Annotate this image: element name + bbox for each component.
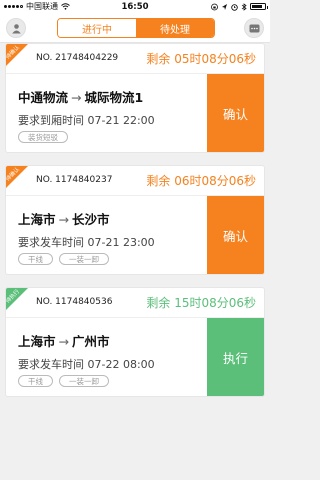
required-time: 要求发车时间 07-21 23:00 xyxy=(18,236,155,249)
status-corner-badge: 待确认 xyxy=(6,44,28,66)
route-origin: 中通物流 xyxy=(18,90,69,105)
messages-button[interactable] xyxy=(244,18,264,38)
route-destination: 城际物流1 xyxy=(84,90,144,105)
order-number: NO. 21748404229 xyxy=(36,53,119,63)
remaining-time: 剩余 15时08分06秒 xyxy=(146,296,256,310)
battery-icon xyxy=(250,3,268,10)
tab-pending[interactable]: 待处理 xyxy=(136,19,214,37)
route: 上海市 → 广州市 xyxy=(18,331,110,350)
route-arrow: → xyxy=(58,212,69,227)
order-tag: 一装一卸 xyxy=(59,375,109,387)
route-destination: 广州市 xyxy=(72,334,110,349)
clock: 16:50 xyxy=(121,1,149,12)
order-tags: 装货短驳 xyxy=(18,131,68,143)
order-number: NO. 1174840536 xyxy=(36,297,113,307)
route-arrow: → xyxy=(71,90,82,105)
bluetooth-icon xyxy=(241,2,247,11)
route: 上海市 → 长沙市 xyxy=(18,209,110,228)
route-arrow: → xyxy=(58,334,69,349)
lock-rotation-icon xyxy=(211,3,218,10)
order-tag: 装货短驳 xyxy=(18,131,68,143)
signal-icon xyxy=(4,5,23,8)
system-icons xyxy=(211,2,268,11)
route-origin: 上海市 xyxy=(18,212,56,227)
carrier-name: 中国联通 xyxy=(26,2,58,11)
tab-in-progress[interactable]: 进行中 xyxy=(58,19,136,37)
profile-button[interactable] xyxy=(6,18,26,38)
status-corner-badge: 待执行 xyxy=(6,288,28,310)
top-navigation: 进行中 待处理 xyxy=(0,13,270,43)
order-number: NO. 1174840237 xyxy=(36,175,113,185)
order-tag: 干线 xyxy=(18,375,53,387)
order-card[interactable]: 待确认 NO. 1174840237 剩余 06时08分06秒 上海市 → 长沙市 … xyxy=(5,165,265,275)
message-icon xyxy=(249,24,259,32)
required-time: 要求到厢时间 07-21 22:00 xyxy=(18,114,155,127)
remaining-time: 剩余 05时08分06秒 xyxy=(146,52,256,66)
order-tag: 一装一卸 xyxy=(59,253,109,265)
order-tags: 干线 一装一卸 xyxy=(18,253,109,265)
route-destination: 长沙市 xyxy=(72,212,110,227)
confirm-button[interactable]: 确认 xyxy=(207,74,264,152)
execute-button[interactable]: 执行 xyxy=(207,318,264,396)
order-card[interactable]: 待确认 NO. 21748404229 剩余 05时08分06秒 中通物流 → 城际… xyxy=(5,43,265,153)
route: 中通物流 → 城际物流1 xyxy=(18,87,143,106)
wifi-icon xyxy=(61,3,70,10)
alarm-icon xyxy=(231,3,238,11)
status-corner-badge: 待确认 xyxy=(6,166,28,188)
required-time: 要求发车时间 07-22 08:00 xyxy=(18,358,155,371)
location-icon xyxy=(222,3,227,10)
carrier-info: 中国联通 xyxy=(4,1,70,12)
route-origin: 上海市 xyxy=(18,334,56,349)
order-card[interactable]: 待执行 NO. 1174840536 剩余 15时08分06秒 上海市 → 广州市 … xyxy=(5,287,265,397)
status-bar: 中国联通 16:50 xyxy=(0,0,270,13)
remaining-time: 剩余 06时08分06秒 xyxy=(146,174,256,188)
confirm-button[interactable]: 确认 xyxy=(207,196,264,274)
order-tags: 干线 一装一卸 xyxy=(18,375,109,387)
user-icon xyxy=(11,23,21,33)
order-tag: 干线 xyxy=(18,253,53,265)
status-segmented-control: 进行中 待处理 xyxy=(57,18,215,38)
